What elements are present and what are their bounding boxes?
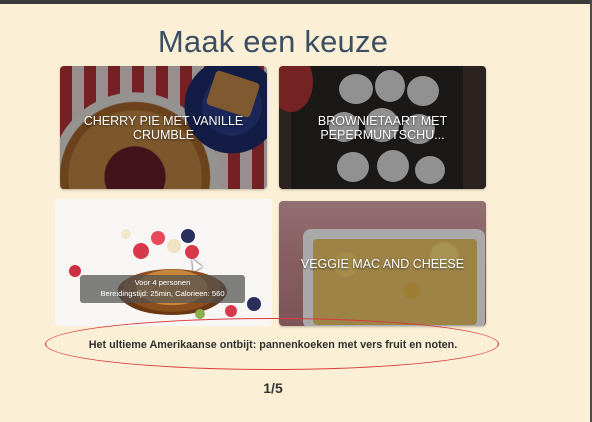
recipe-card-pannenkoeken[interactable] [55, 199, 272, 326]
page-title: Maak een keuze [157, 24, 389, 59]
recipe-card-title [55, 199, 272, 326]
servings-text: Voor 4 personen [134, 278, 191, 287]
prep-time-calories-text: Bereidingstijd: 25min, Calorieen: 560 [100, 289, 225, 298]
recipe-card-cherry-pie[interactable]: CHERRY PIE MET VANILLE CRUMBLE [60, 66, 267, 189]
recipe-card-title: VEGGIE MAC AND CHEESE [300, 256, 465, 271]
recipe-caption: Het ultieme Amerikaanse ontbijt: pannenk… [88, 339, 458, 351]
recipe-card-brownietaart[interactable]: BROWNIETAART MET PEPERMUNTSCHU... [279, 66, 486, 189]
top-bar [0, 0, 592, 4]
recipe-card-title: BROWNIETAART MET PEPERMUNTSCHU... [317, 113, 448, 142]
page-indicator: 1/5 [263, 380, 283, 396]
recipe-info-overlay: Voor 4 personen Bereidingstijd: 25min, C… [80, 275, 245, 303]
recipe-card-title: CHERRY PIE MET VANILLE CRUMBLE [83, 113, 244, 142]
recipe-card-mac-and-cheese[interactable]: VEGGIE MAC AND CHEESE [279, 201, 486, 326]
